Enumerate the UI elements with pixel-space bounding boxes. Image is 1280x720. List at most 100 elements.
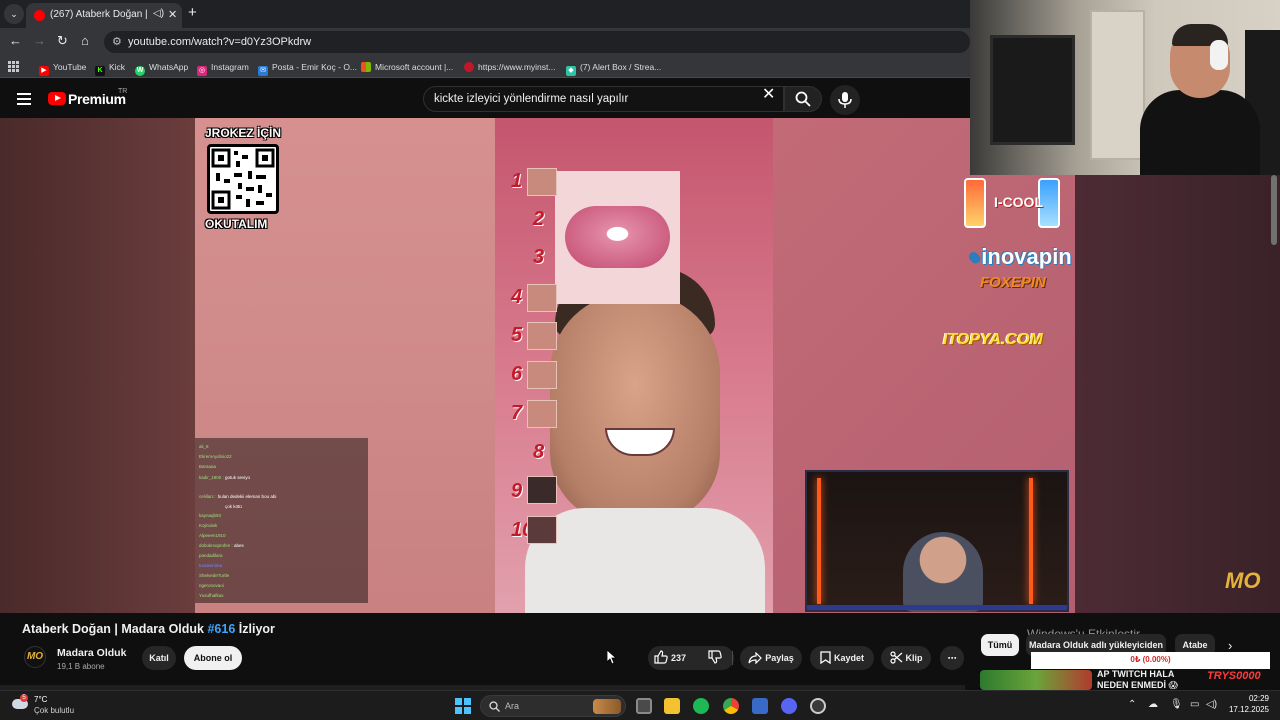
bookmark-whatsapp[interactable]: W WhatsApp bbox=[135, 60, 189, 76]
rank-thumb bbox=[527, 361, 557, 389]
share-button[interactable]: Paylaş bbox=[740, 646, 802, 670]
sponsor-inovapin-label: inovapin bbox=[981, 244, 1072, 269]
dislike-button[interactable] bbox=[708, 646, 725, 670]
video-blur-right bbox=[1075, 118, 1280, 613]
bookmark-label: https://www.myinst... bbox=[478, 62, 556, 72]
search-input[interactable]: kickte izleyici yönlendirme nasıl yapılı… bbox=[423, 86, 784, 112]
taskbar-search-label: Ara bbox=[505, 701, 520, 711]
bookmark-label: WhatsApp bbox=[149, 62, 189, 72]
like-dislike-group: 237 bbox=[648, 646, 734, 670]
recommended-thumbnail[interactable] bbox=[980, 670, 1092, 690]
scissors-icon bbox=[889, 651, 902, 664]
rank-4: 4 bbox=[511, 286, 523, 308]
channel-watermark[interactable]: MO bbox=[1225, 568, 1260, 594]
discord-icon[interactable] bbox=[781, 698, 797, 714]
url-text[interactable]: youtube.com/watch?v=d0Yz3OPkdrw bbox=[128, 36, 311, 48]
clip-label: Klip bbox=[905, 653, 923, 663]
microphone-icon[interactable]: 🎙 bbox=[1170, 699, 1183, 711]
rank-8: 8 bbox=[533, 441, 545, 463]
bookmark-microsoft[interactable]: Microsoft account |... bbox=[361, 60, 453, 74]
weather-condition[interactable]: Çok bulutlu bbox=[34, 706, 74, 715]
save-button[interactable]: Kaydet bbox=[810, 646, 874, 670]
new-tab-button[interactable]: + bbox=[188, 5, 197, 20]
rank-thumb bbox=[527, 476, 557, 504]
more-actions-button[interactable]: ⋯ bbox=[940, 646, 964, 670]
webcam-overlay bbox=[970, 0, 1280, 175]
windows-start-icon[interactable] bbox=[455, 698, 471, 714]
youtube-logo-icon[interactable] bbox=[48, 92, 66, 105]
hashtag-link[interactable]: #616 bbox=[207, 622, 235, 636]
address-bar[interactable]: ⚙ youtube.com/watch?v=d0Yz3OPkdrw bbox=[104, 31, 970, 53]
file-explorer-icon[interactable] bbox=[664, 698, 680, 714]
monitor bbox=[990, 35, 1075, 145]
join-button[interactable]: Katıl bbox=[142, 646, 176, 670]
chat-line: pandadilara bbox=[199, 553, 223, 558]
qr-title: JROKEZ İÇİN bbox=[205, 126, 282, 140]
neon-light bbox=[817, 478, 821, 604]
search-query[interactable]: kickte izleyici yönlendirme nasıl yapılı… bbox=[434, 93, 628, 105]
chat-line: ShelvedeTurtle bbox=[199, 573, 230, 578]
display-icon[interactable]: ▭ bbox=[1190, 699, 1199, 711]
bookmark-posta[interactable]: ✉ Posta - Emir Koç - O... bbox=[258, 60, 357, 76]
back-arrow-icon[interactable]: ← bbox=[9, 34, 22, 48]
like-button[interactable]: 237 bbox=[654, 646, 686, 670]
rank-thumb bbox=[527, 284, 557, 312]
tab-search-button[interactable]: ⌄ bbox=[4, 4, 24, 24]
neon-light bbox=[1029, 478, 1033, 604]
channel-name[interactable]: Madara Olduk bbox=[57, 647, 126, 659]
page-scrollbar[interactable] bbox=[1271, 175, 1277, 245]
forward-arrow-icon[interactable]: → bbox=[33, 34, 46, 48]
menu-icon[interactable] bbox=[17, 93, 31, 105]
app-icon[interactable] bbox=[752, 698, 768, 714]
rank-thumb bbox=[527, 168, 557, 196]
apps-grid-icon[interactable] bbox=[8, 61, 19, 72]
bookmark-youtube[interactable]: ▶ YouTube bbox=[39, 60, 86, 76]
home-icon[interactable]: ⌂ bbox=[81, 34, 89, 48]
taskbar-search[interactable]: Ara bbox=[480, 695, 626, 717]
subscribe-button[interactable]: Abone ol bbox=[184, 646, 242, 670]
channel-avatar[interactable]: MO bbox=[24, 646, 46, 668]
lips-graphic bbox=[565, 206, 670, 268]
sponsor-foxepin: FOXEPIN bbox=[980, 274, 1046, 291]
speaker-icon[interactable]: ◁) bbox=[153, 8, 164, 19]
spotify-icon[interactable] bbox=[693, 698, 709, 714]
site-info-icon[interactable]: ⚙ bbox=[112, 35, 122, 48]
chat-line: Alpeeen1910 bbox=[199, 533, 226, 538]
rank-2: 2 bbox=[533, 208, 545, 230]
weather-badge: 5 bbox=[20, 694, 28, 702]
whatsapp-icon: W bbox=[135, 66, 145, 76]
chrome-icon[interactable] bbox=[723, 698, 739, 714]
like-divider bbox=[732, 651, 733, 665]
tab-active[interactable]: (267) Ataberk Doğan | Mad ◁) ✕ bbox=[26, 3, 182, 28]
chip-all[interactable]: Tümü bbox=[981, 634, 1019, 656]
voice-search-button[interactable] bbox=[830, 85, 860, 115]
rank-5: 5 bbox=[511, 324, 523, 346]
chat-line: Kojiroiiek bbox=[199, 523, 218, 528]
save-label: Kaydet bbox=[833, 653, 864, 663]
chat-line: çok kötü bbox=[225, 504, 242, 509]
chat-line: ali_8 bbox=[199, 444, 209, 449]
clip-button[interactable]: Klip bbox=[881, 646, 931, 670]
obs-icon[interactable] bbox=[810, 698, 826, 714]
reload-icon[interactable]: ↻ bbox=[57, 34, 68, 48]
clear-search-icon[interactable]: ✕ bbox=[762, 87, 775, 103]
donation-popup-text: 0₺ (0.00%) bbox=[1130, 655, 1171, 664]
rank-1: 1 bbox=[511, 170, 523, 192]
chevron-up-icon[interactable]: ⌃ bbox=[1128, 699, 1136, 711]
bookmark-myinstants[interactable]: https://www.myinst... bbox=[464, 60, 555, 74]
bookmark-kick[interactable]: K Kick bbox=[95, 60, 125, 76]
recommended-title[interactable]: AP TWITCH HALA NEDEN ENMEDİ 😱 bbox=[1097, 669, 1178, 691]
close-tab-icon[interactable]: ✕ bbox=[168, 8, 177, 21]
task-view-icon[interactable] bbox=[636, 698, 652, 714]
bookmark-alertbox[interactable]: ◆ (7) Alert Box / Strea... bbox=[566, 60, 661, 76]
onedrive-icon[interactable]: ☁ bbox=[1148, 699, 1158, 711]
video-blur-left bbox=[0, 118, 195, 613]
clock-time[interactable]: 02:29 bbox=[1229, 694, 1269, 703]
chevron-right-icon[interactable]: › bbox=[1228, 638, 1232, 653]
can-icon bbox=[964, 178, 986, 228]
bookmark-instagram[interactable]: ◎ Instagram bbox=[197, 60, 249, 76]
search-button[interactable] bbox=[784, 86, 822, 112]
video-player[interactable]: JROKEZ İÇİN OKUTALIM 1 2 3 4 5 6 7 8 9 1… bbox=[0, 118, 1280, 613]
clock-date[interactable]: 17.12.2025 bbox=[1215, 705, 1269, 714]
weather-temperature[interactable]: 7°C bbox=[34, 695, 47, 704]
